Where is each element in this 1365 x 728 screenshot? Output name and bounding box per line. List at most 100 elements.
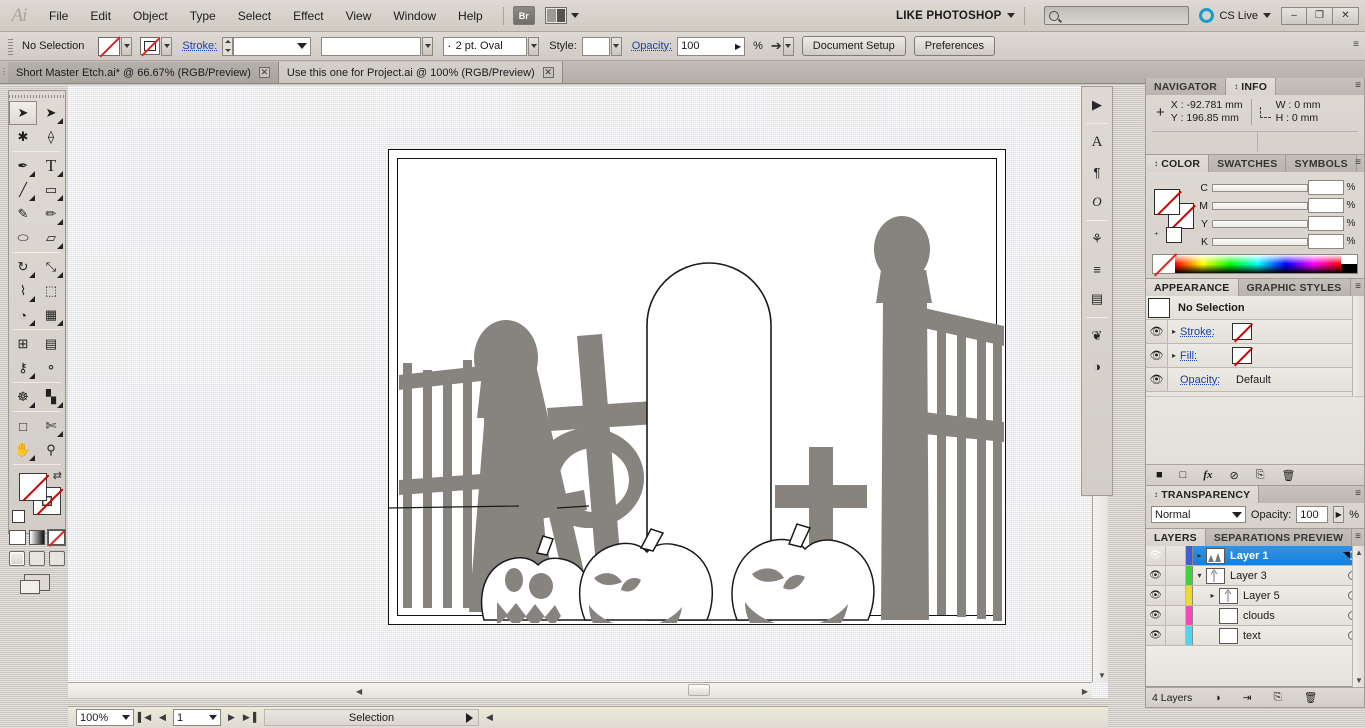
tab-appearance[interactable]: APPEARANCE: [1146, 279, 1239, 296]
status-display[interactable]: Selection: [264, 709, 479, 726]
draw-inside-button[interactable]: [49, 551, 65, 566]
horizontal-scroll-thumb[interactable]: [688, 684, 710, 696]
color-panel-flyout-menu-icon[interactable]: ≡: [1355, 158, 1361, 168]
layers-panel-flyout-menu-icon[interactable]: ≡: [1355, 532, 1361, 542]
create-new-sublayer-icon[interactable]: ⇥: [1243, 692, 1252, 704]
arrange-documents-button[interactable]: [544, 7, 579, 24]
pencil-tool[interactable]: ✏: [37, 202, 65, 226]
lasso-tool[interactable]: ⟠: [37, 125, 65, 149]
appearance-stroke-label[interactable]: Stroke:: [1180, 326, 1232, 338]
flash-icon[interactable]: ▶: [1084, 92, 1110, 118]
visibility-eye-icon[interactable]: 👁: [1146, 626, 1166, 645]
close-icon[interactable]: ✕: [542, 67, 554, 78]
appearance-row-fill[interactable]: 👁 ▸ Fill:: [1146, 344, 1364, 368]
color-mode-button[interactable]: [9, 530, 26, 545]
column-graph-tool[interactable]: ▚: [37, 385, 65, 409]
stroke-weight-stepper[interactable]: [222, 36, 234, 56]
appearance-stroke-swatch[interactable]: [1232, 323, 1252, 340]
document-tab-0[interactable]: Short Master Etch.ai* @ 66.67% (RGB/Prev…: [8, 61, 279, 83]
stroke-panel-icon[interactable]: ≡: [1084, 256, 1110, 282]
white-swatch[interactable]: [1166, 226, 1182, 243]
document-info-icon[interactable]: ◑: [1084, 353, 1110, 379]
layer-name[interactable]: Layer 1: [1230, 550, 1348, 562]
stroke-dropdown-button[interactable]: [161, 36, 173, 56]
add-effect-icon[interactable]: fx: [1203, 469, 1212, 481]
lock-toggle[interactable]: [1166, 586, 1186, 605]
tools-panel-grip[interactable]: [9, 91, 65, 101]
shape-builder-tool[interactable]: ◔: [9, 303, 37, 327]
visibility-eye-icon[interactable]: 👁: [1146, 546, 1166, 565]
magic-wand-tool[interactable]: ✱: [9, 125, 37, 149]
tab-color[interactable]: ↕ COLOR: [1146, 155, 1210, 172]
visibility-eye-icon[interactable]: 👁: [1146, 320, 1168, 343]
menu-type[interactable]: Type: [179, 5, 227, 27]
transparency-opacity-input[interactable]: 100: [1296, 506, 1329, 523]
info-panel-flyout-menu-icon[interactable]: ≡: [1355, 81, 1361, 91]
expand-triangle-icon[interactable]: ▸: [1206, 591, 1219, 600]
tab-bar-grip[interactable]: ⋮: [0, 60, 8, 83]
appearance-opacity-label[interactable]: Opacity:: [1180, 374, 1232, 386]
layers-scrollbar[interactable]: ▲ ▼: [1352, 546, 1364, 687]
channel-c-input[interactable]: [1308, 180, 1344, 195]
layer-row-layer-3[interactable]: 👁 ▾ Layer 3: [1146, 566, 1364, 586]
layer-row-layer-5[interactable]: 👁 ▸ Layer 5: [1146, 586, 1364, 606]
spectrum-none-swatch[interactable]: [1153, 255, 1175, 273]
appearance-row-stroke[interactable]: 👁 ▸ Stroke:: [1146, 320, 1364, 344]
restore-button[interactable]: ❐: [1307, 6, 1333, 25]
first-artboard-button[interactable]: ▌◀: [137, 710, 152, 726]
delete-item-icon[interactable]: 🗑: [1282, 469, 1296, 482]
canvas-area[interactable]: ▼ ▶ ◀: [68, 86, 1108, 698]
close-icon[interactable]: ✕: [258, 67, 270, 78]
tab-symbols[interactable]: SYMBOLS: [1286, 155, 1357, 172]
status-menu-arrow-icon[interactable]: [466, 712, 473, 723]
search-input[interactable]: [1044, 6, 1190, 25]
tab-layers[interactable]: LAYERS: [1146, 529, 1206, 546]
layer-name[interactable]: Layer 3: [1230, 570, 1348, 582]
lock-toggle[interactable]: [1166, 566, 1186, 585]
brush-definition-dropdown[interactable]: [422, 36, 434, 56]
expand-triangle-icon[interactable]: ▸: [1168, 327, 1180, 336]
hand-tool[interactable]: ✋: [9, 438, 37, 462]
free-transform-tool[interactable]: ⬚: [37, 279, 65, 303]
brush-definition-select[interactable]: [321, 36, 422, 56]
zoom-level-select[interactable]: 100%: [76, 709, 134, 726]
channel-m-input[interactable]: [1308, 198, 1344, 213]
fill-color-swatch[interactable]: [19, 473, 47, 501]
menu-file[interactable]: File: [38, 5, 79, 27]
tab-separations-preview[interactable]: SEPARATIONS PREVIEW: [1205, 529, 1353, 546]
channel-y-slider[interactable]: [1212, 219, 1308, 228]
lock-toggle[interactable]: [1166, 626, 1186, 645]
scroll-left-arrow-icon[interactable]: ◀: [356, 687, 362, 696]
draw-normal-button[interactable]: [9, 551, 25, 566]
lock-toggle[interactable]: [1166, 546, 1186, 565]
scroll-down-arrow-icon[interactable]: ▼: [1355, 676, 1363, 685]
layer-row-clouds[interactable]: 👁 clouds: [1146, 606, 1364, 626]
minimize-button[interactable]: –: [1281, 6, 1307, 25]
graphic-style-swatch[interactable]: [581, 36, 610, 56]
gradient-panel-icon[interactable]: ▤: [1084, 286, 1110, 312]
selection-tool[interactable]: ➤: [9, 101, 37, 125]
tab-graphic-styles[interactable]: GRAPHIC STYLES: [1238, 279, 1351, 296]
perspective-grid-tool[interactable]: ▦: [37, 303, 65, 327]
opacity-input[interactable]: 100 ▶: [677, 36, 746, 56]
workspace-chevron-down-icon[interactable]: [1007, 13, 1016, 18]
stroke-profile-select[interactable]: · 2 pt. Oval: [443, 36, 528, 56]
next-artboard-button[interactable]: ▶: [224, 710, 239, 726]
artwork-halloween-graveyard[interactable]: [389, 150, 1004, 623]
menu-object[interactable]: Object: [122, 5, 179, 27]
document-tab-1[interactable]: Use this one for Project.ai @ 100% (RGB/…: [278, 61, 563, 83]
character-icon[interactable]: A: [1084, 129, 1110, 155]
create-new-layer-icon[interactable]: ⎘: [1273, 691, 1281, 704]
appearance-panel-flyout-menu-icon[interactable]: ≡: [1355, 282, 1361, 292]
workspace-switcher-label[interactable]: LIKE PHOTOSHOP: [896, 10, 1001, 22]
screen-mode-button[interactable]: [9, 569, 65, 596]
opentype-icon[interactable]: O: [1084, 189, 1110, 215]
previous-artboard-button[interactable]: ◀: [155, 710, 170, 726]
channel-k-slider[interactable]: [1212, 237, 1308, 246]
opacity-label[interactable]: Opacity:: [632, 40, 672, 52]
paintbrush-tool[interactable]: ✎: [9, 202, 37, 226]
cs-live-button[interactable]: CS Live: [1199, 8, 1271, 23]
tab-transparency[interactable]: ↕ TRANSPARENCY: [1146, 486, 1260, 503]
blend-tool[interactable]: ⚬: [37, 356, 65, 380]
graphic-style-dropdown[interactable]: [610, 36, 622, 56]
